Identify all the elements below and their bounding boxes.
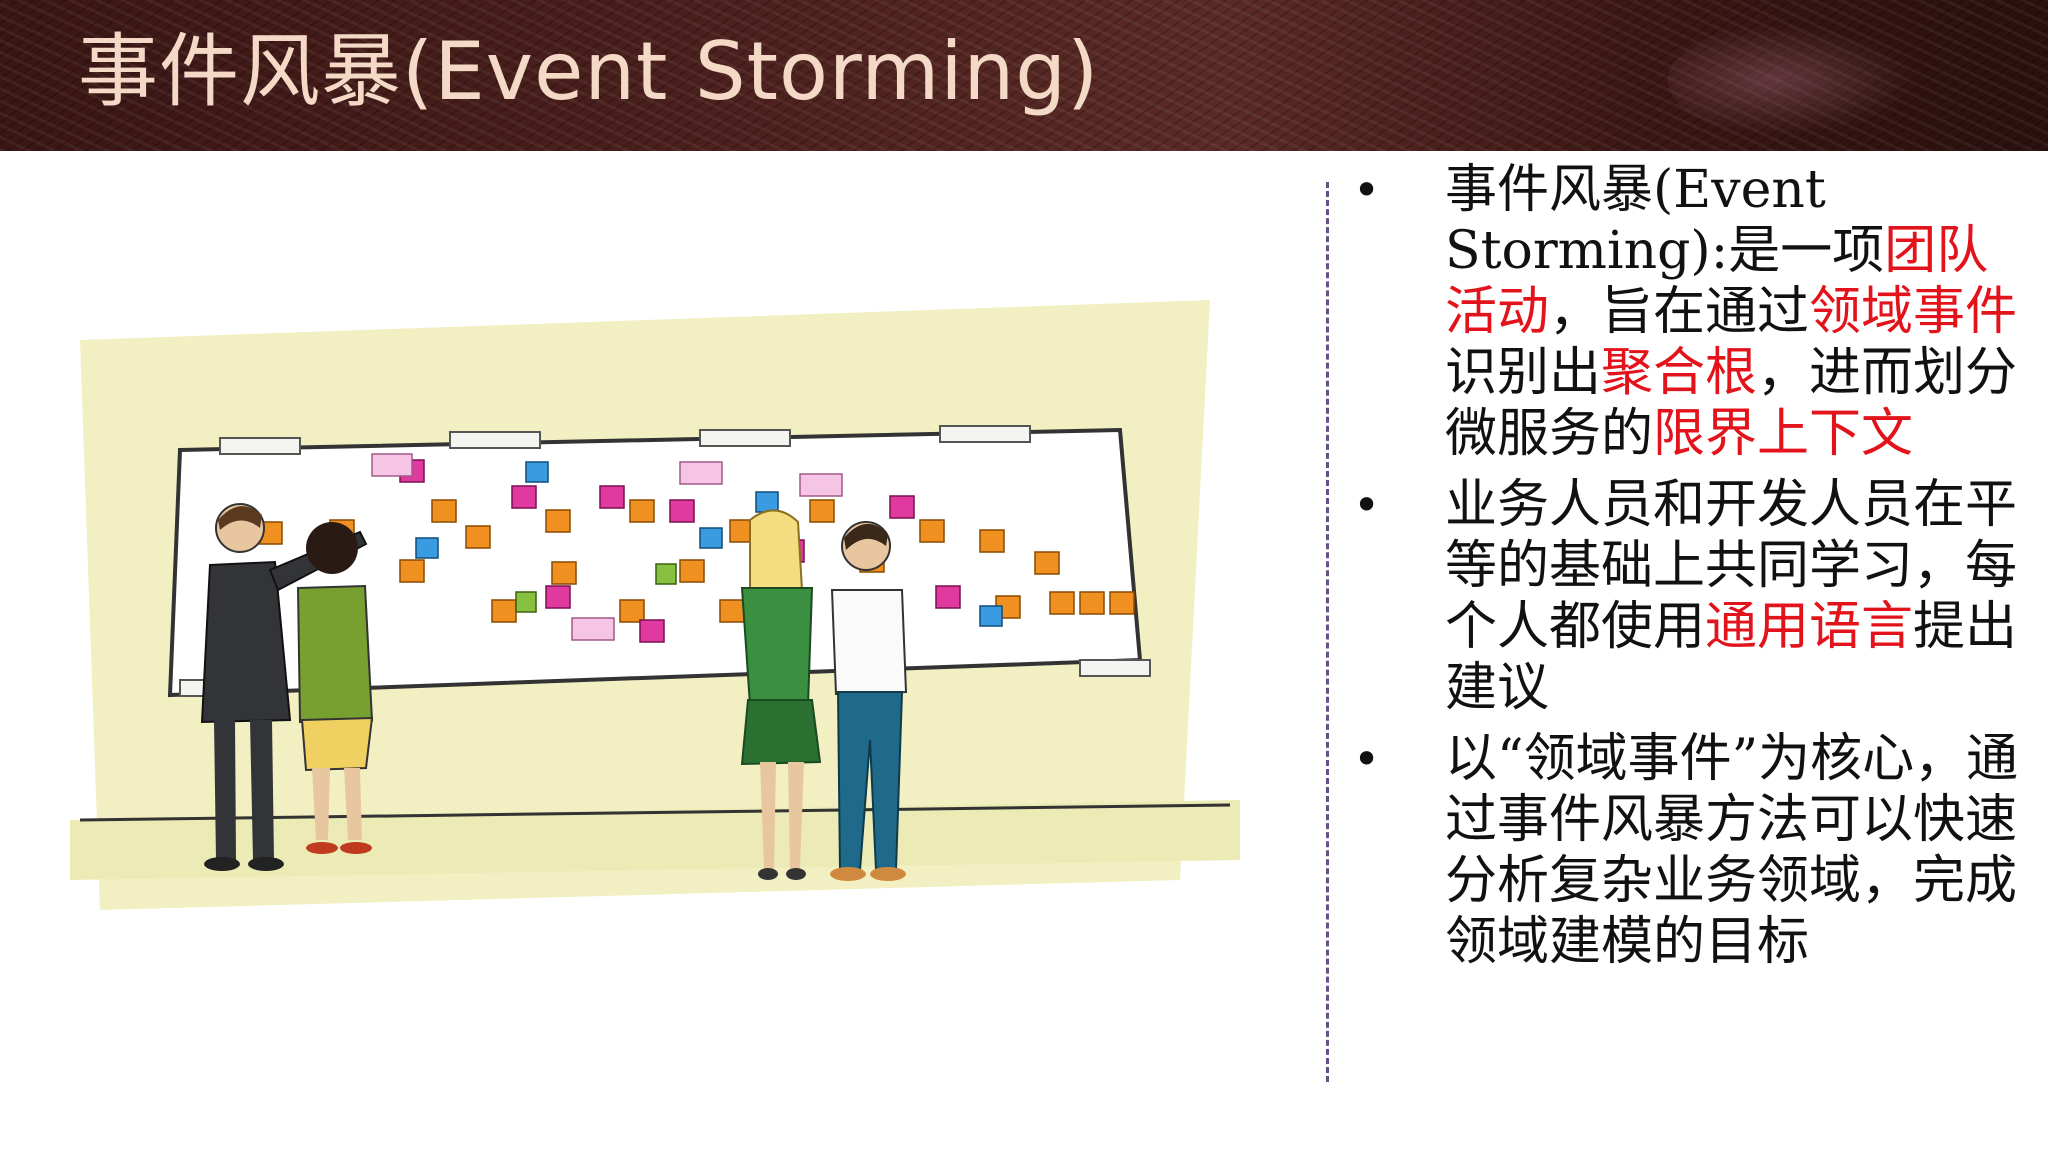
highlight-term: 通用语言 <box>1705 597 1914 657</box>
slide-title: 事件风暴(Event Storming) <box>78 25 1100 118</box>
bullet-item: • 事件风暴(Event Storming):是一项团队活动，旨在通过领域事件识… <box>1345 160 2025 465</box>
bullet-dot-icon: • <box>1353 163 1381 217</box>
banner-decoration <box>1668 20 1928 140</box>
bullet-text: 业务人员和开发人员在平等的基础上共同学习，每个人都使用通用语言提出建议 <box>1445 475 2018 718</box>
bullet-item: • 业务人员和开发人员在平等的基础上共同学习，每个人都使用通用语言提出建议 <box>1345 475 2025 719</box>
bullet-dot-icon: • <box>1353 732 1381 786</box>
bullet-text: 以“领域事件”为核心，通过事件风暴方法可以快速分析复杂业务领域，完成领域建模的目… <box>1445 729 2019 972</box>
bullet-text: 事件风暴(Event Storming):是一项团队活动，旨在通过领域事件识别出… <box>1445 160 2018 464</box>
highlight-term: 聚合根 <box>1601 343 1758 403</box>
bullet-list: • 事件风暴(Event Storming):是一项团队活动，旨在通过领域事件识… <box>1345 160 2025 983</box>
highlight-term: 领域事件 <box>1809 282 2018 342</box>
highlight-term: 限界上下文 <box>1653 404 1914 464</box>
event-storming-illustration <box>70 300 1240 910</box>
column-divider <box>1326 182 1329 1082</box>
bullet-item: • 以“领域事件”为核心，通过事件风暴方法可以快速分析复杂业务领域，完成领域建模… <box>1345 729 2025 973</box>
title-banner: 事件风暴(Event Storming) <box>0 0 2048 151</box>
bullet-dot-icon: • <box>1353 478 1381 532</box>
